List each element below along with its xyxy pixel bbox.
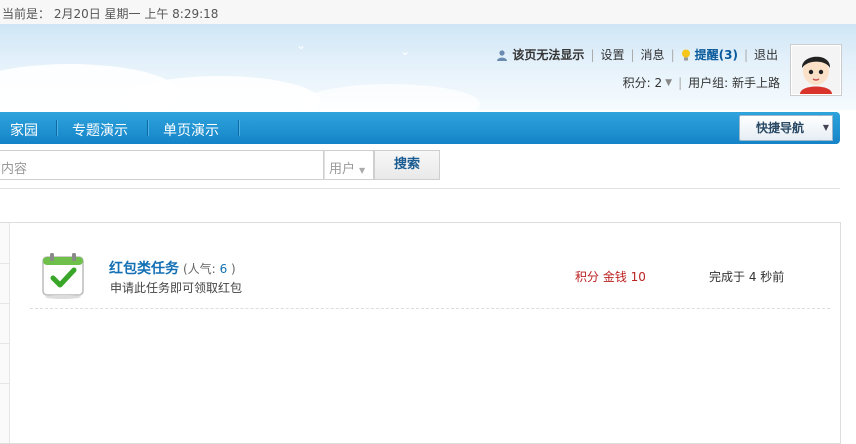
avatar[interactable]	[790, 44, 842, 96]
search-bar: 内容 用户 ▼ 搜索	[0, 144, 840, 189]
user-group: 用户组: 新手上路	[688, 76, 780, 90]
chevron-down-icon: ▼	[359, 166, 366, 175]
user-toolbar: 该页无法显示 | 设置 | 消息 | 提醒(3) | 退出	[496, 46, 778, 63]
bird-icon: ⌄	[400, 44, 411, 58]
chevron-down-icon[interactable]: ▼	[820, 115, 833, 141]
user-stats: 积分: 2 ▼ | 用户组: 新手上路	[622, 74, 780, 91]
user-icon	[496, 49, 508, 61]
bird-icon: ⌄	[296, 38, 307, 52]
nav-divider	[56, 120, 58, 136]
header-banner: ⌄ ⌄ 该页无法显示 | 设置 | 消息 | 提醒(3) | 退出 积分: 2 ▼ | 用户组: 新…	[0, 24, 856, 110]
task-list-panel: 红包类任务 (人气: 6 ) 申请此任务即可领取红包 积分 金钱 10 完成于 4…	[0, 222, 841, 444]
top-info-bar: 当前是： 2月20日 星期一 上午 8:29:18	[0, 0, 856, 24]
main-navbar: 家园 专题演示 单页演示 快捷导航 ▼	[0, 112, 840, 144]
task-status: 完成于 4 秒前	[709, 270, 785, 284]
task-title-link[interactable]: 红包类任务	[109, 261, 179, 277]
divider	[0, 303, 9, 304]
settings-link[interactable]: 设置	[600, 46, 624, 63]
search-type-value: 用户	[329, 162, 356, 177]
row-divider	[30, 308, 830, 309]
bulb-icon	[681, 49, 691, 61]
task-check-icon[interactable]	[40, 251, 86, 299]
nav-divider	[147, 120, 149, 136]
search-button[interactable]: 搜索	[374, 150, 440, 180]
cloud-decoration	[300, 84, 480, 110]
divider	[0, 263, 9, 264]
nav-item-topics[interactable]: 专题演示	[72, 120, 128, 140]
popularity-count: 6	[219, 262, 228, 276]
task-reward: 积分 金钱 10	[575, 270, 646, 284]
username-link[interactable]: 该页无法显示	[512, 46, 584, 63]
logout-link[interactable]: 退出	[754, 46, 778, 63]
side-column	[0, 223, 10, 443]
nav-item-home[interactable]: 家园	[10, 120, 38, 140]
nav-item-pages[interactable]: 单页演示	[163, 120, 219, 140]
notice-link[interactable]: 提醒(3)	[695, 46, 738, 63]
nav-divider	[238, 120, 240, 136]
divider	[0, 343, 9, 344]
task-title-row: 红包类任务 (人气: 6 )	[109, 258, 236, 278]
current-time: 当前是： 2月20日 星期一 上午 8:29:18	[2, 7, 219, 21]
search-input[interactable]: 内容	[0, 150, 324, 180]
quick-nav-button[interactable]: 快捷导航	[739, 115, 821, 141]
task-description: 申请此任务即可领取红包	[110, 281, 243, 295]
credits-link[interactable]: 积分: 2	[623, 74, 663, 91]
divider	[0, 383, 9, 384]
messages-link[interactable]: 消息	[641, 46, 665, 63]
search-type-select[interactable]: 用户 ▼	[324, 150, 374, 180]
chevron-down-icon[interactable]: ▼	[665, 78, 672, 88]
task-popularity: (人气: 6 )	[183, 262, 236, 276]
